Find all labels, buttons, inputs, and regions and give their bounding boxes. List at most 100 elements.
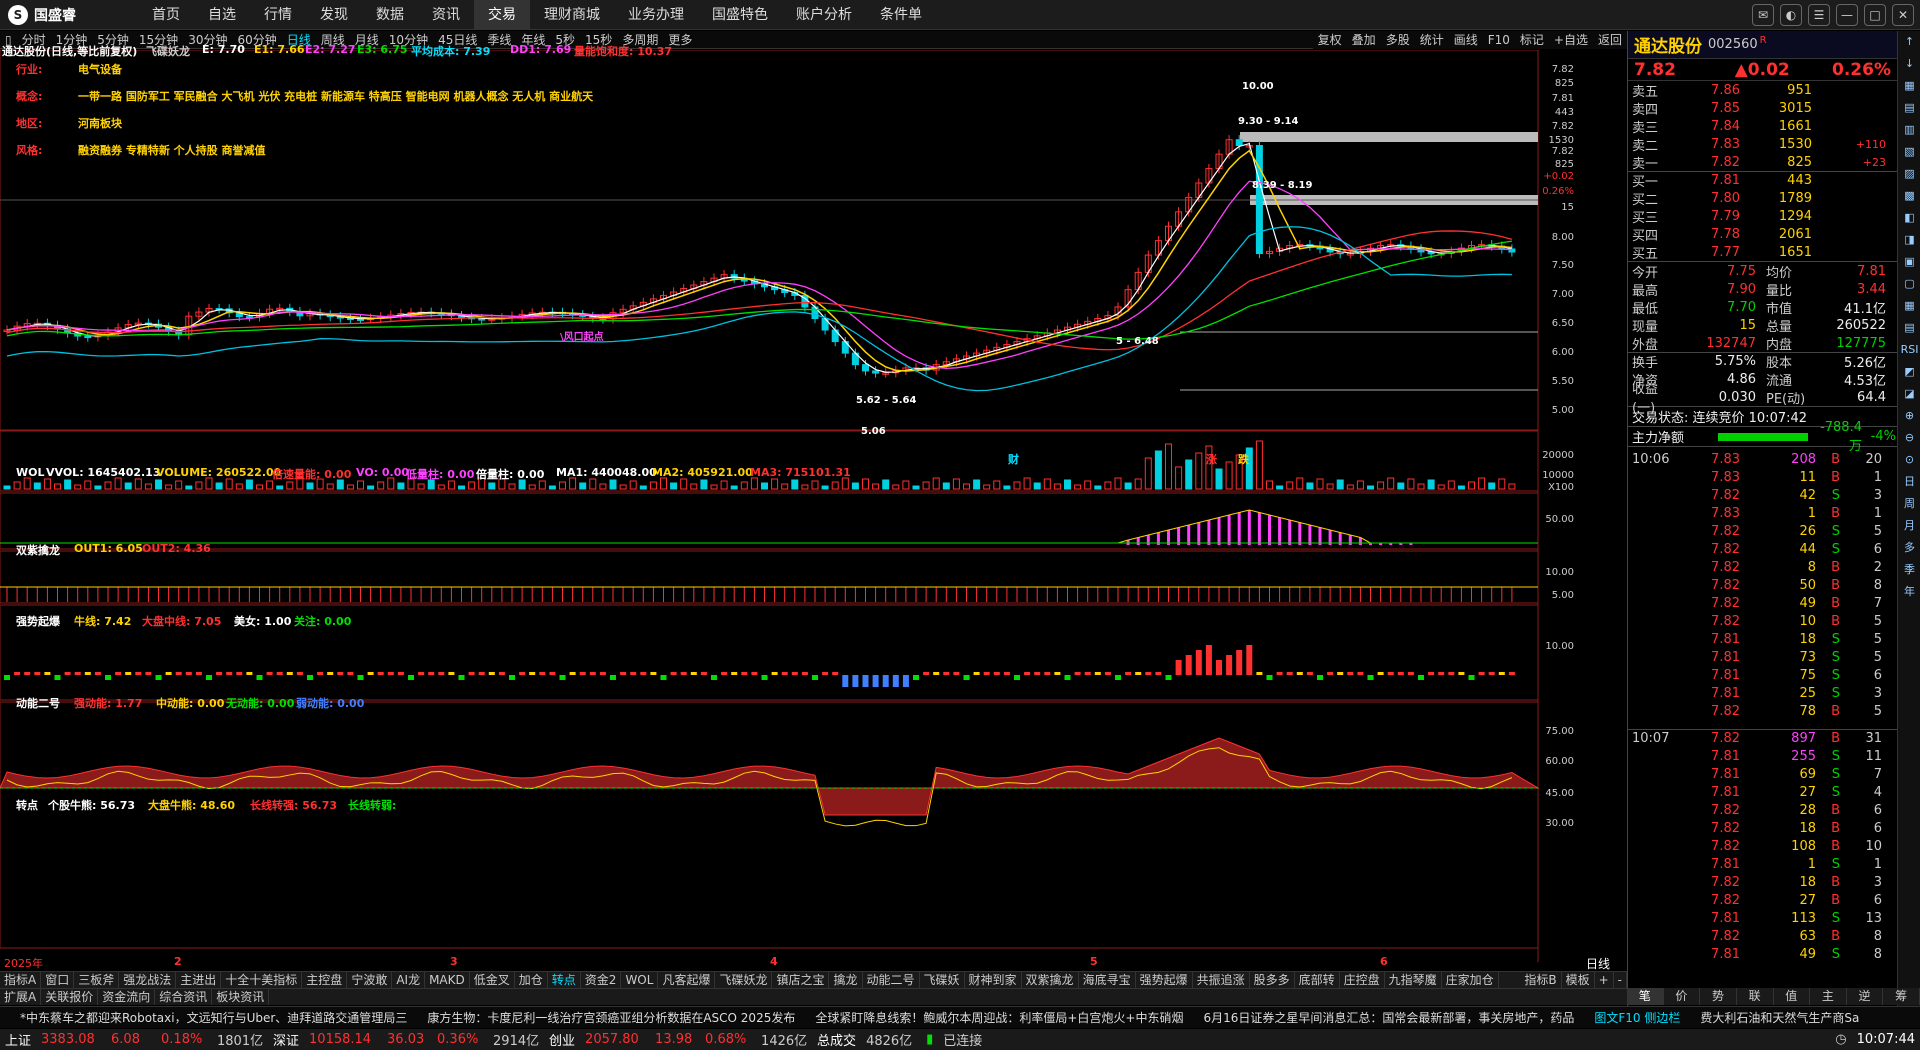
message-icon[interactable]: ✉ [1752,4,1774,26]
indicator-tab[interactable]: 凡客起爆 [658,972,716,988]
panel-tab[interactable]: 联 [1737,988,1774,1005]
indicator-tab[interactable]: 动能二号 [863,972,920,988]
tick-row[interactable]: 7.81 49 S 8 [1628,945,1897,963]
tick-row[interactable]: 7.83 1 B 1 [1628,504,1897,522]
indicator-tab[interactable]: 窗口 [41,972,75,988]
news-item[interactable]: 康方生物：卡度尼利一线治疗宫颈癌亚组分析数据在ASCO 2025发布 [407,1009,795,1026]
tick-row[interactable]: 7.82 50 B 8 [1628,576,1897,594]
tick-row[interactable]: 7.82 26 S 5 [1628,522,1897,540]
indicator-tab-right[interactable]: - [1614,972,1627,988]
menu-item[interactable]: 账户分析 [782,0,866,30]
indicator-tab[interactable]: 股多多 [1250,972,1295,988]
skin-icon[interactable]: ◐ [1780,4,1802,26]
side-tool-icon[interactable]: RSI [1898,339,1920,361]
close-button[interactable]: ✕ [1892,4,1914,26]
side-tool-icon[interactable]: ◨ [1898,229,1920,251]
menu-item[interactable]: 业务办理 [614,0,698,30]
side-period-icon[interactable]: 多 [1898,537,1920,559]
tick-row[interactable]: 7.82 63 B 8 [1628,927,1897,945]
menu-item[interactable]: 数据 [362,0,418,30]
indicator-tab[interactable]: 擒龙 [829,972,863,988]
menu-item[interactable]: 自选 [194,0,250,30]
panel-tab[interactable]: 主 [1810,988,1847,1005]
panel-tab[interactable]: 逆 [1847,988,1884,1005]
indicator-tab[interactable]: 资金2 [581,972,622,988]
side-tool-icon[interactable]: ▤ [1898,97,1920,119]
tick-row[interactable]: 7.82 42 S 3 [1628,486,1897,504]
tick-row[interactable]: 10:06 7.83 208 B 20 [1628,450,1897,468]
indicator-tab[interactable]: 镇店之宝 [772,972,830,988]
minimize-button[interactable]: — [1836,4,1858,26]
tick-row[interactable]: 7.82 8 B 2 [1628,558,1897,576]
extension-tab[interactable]: 综合资讯 [155,989,213,1005]
indicator-tab-right[interactable]: + [1595,972,1614,988]
indicator-tab-right[interactable]: 模板 [1562,972,1595,988]
chart-tool-button[interactable]: +自选 [1549,31,1593,49]
indicator-tab[interactable]: AI龙 [392,972,426,988]
side-tool-icon[interactable]: ◧ [1898,207,1920,229]
tick-row[interactable]: 7.82 27 B 6 [1628,891,1897,909]
side-tool-icon[interactable]: ▨ [1898,163,1920,185]
side-tool-icon[interactable]: ▩ [1898,185,1920,207]
side-tool-icon[interactable]: ▦ [1898,75,1920,97]
side-tool-icon[interactable]: ▦ [1898,295,1920,317]
indicator-tab[interactable]: 飞碟妖龙 [715,972,773,988]
tick-row[interactable]: 7.81 69 S 7 [1628,765,1897,783]
news-ticker[interactable]: *中东蔡车之都迎来Robotaxi，文远知行与Uber、迪拜道路交通管理局三 康方… [0,1006,1920,1028]
chart-tool-button[interactable]: 返回 [1593,31,1627,49]
indicator-tab[interactable]: 财神到家 [965,972,1022,988]
menu-item[interactable]: 发现 [306,0,362,30]
side-tool-icon[interactable]: ▧ [1898,141,1920,163]
side-period-icon[interactable]: 季 [1898,559,1920,581]
side-period-icon[interactable]: 月 [1898,515,1920,537]
tick-row[interactable]: 7.81 255 S 11 [1628,747,1897,765]
extension-tab[interactable]: 扩展A [0,989,42,1005]
indicator-tab[interactable]: 飞碟妖 [920,972,965,988]
indicator-tab[interactable]: 底部转 [1295,972,1340,988]
indicator-tab[interactable]: 指标A [0,972,42,988]
indicator-tab[interactable]: 主控盘 [302,972,348,988]
menu-item[interactable]: 理财商城 [530,0,614,30]
tick-row[interactable]: 7.82 49 B 7 [1628,594,1897,612]
side-tool-icon[interactable]: ▥ [1898,119,1920,141]
tick-row[interactable]: 7.82 44 S 6 [1628,540,1897,558]
indicator-tab[interactable]: 庄控盘 [1340,972,1385,988]
tick-row[interactable]: 7.81 75 S 6 [1628,666,1897,684]
chart-tool-button[interactable]: 画线 [1449,31,1483,49]
menu-item[interactable]: 条件单 [866,0,936,30]
indicator-tab[interactable]: 三板斧 [74,972,120,988]
side-tool-icon[interactable]: ⊙ [1898,449,1920,471]
indicator-tab[interactable]: 强势起爆 [1136,972,1193,988]
side-period-icon[interactable]: 周 [1898,493,1920,515]
tick-row[interactable]: 7.81 27 S 4 [1628,783,1897,801]
extension-tab[interactable]: 资金流向 [98,989,156,1005]
tick-row[interactable]: 7.81 113 S 13 [1628,909,1897,927]
indicator-tab[interactable]: MAKD [425,972,470,988]
indicator-tab[interactable]: 宁波敢 [347,972,393,988]
tick-row[interactable]: 7.82 78 B 5 [1628,702,1897,720]
extension-tab[interactable]: 板块资讯 [212,989,270,1005]
menu-item[interactable]: 资讯 [418,0,474,30]
news-item[interactable]: 全球紧盯降息线索！鲍威尔本周迎战：利率僵局+白宫炮火+中东硝烟 [795,1009,1183,1026]
chart-tool-button[interactable]: F10 [1483,31,1515,49]
news-item[interactable]: 费大利石油和天然气生产商Sa [1680,1009,1859,1026]
date-axis-label[interactable]: 日线 [1586,955,1610,972]
panel-tab[interactable]: 值 [1774,988,1811,1005]
sh-label[interactable]: 上证 [0,1030,36,1049]
chart-tool-button[interactable]: 统计 [1415,31,1449,49]
chart-tool-button[interactable]: 叠加 [1347,31,1381,49]
panel-tab[interactable]: 价 [1664,988,1701,1005]
menu-item[interactable]: 行情 [250,0,306,30]
tick-row[interactable]: 7.81 73 S 5 [1628,648,1897,666]
menu-item[interactable]: 交易 [474,0,530,30]
tick-row[interactable]: 7.82 10 B 5 [1628,612,1897,630]
panel-tab[interactable]: 筹 [1883,988,1920,1005]
maximize-button[interactable]: □ [1864,4,1886,26]
tick-row[interactable]: 10:07 7.82 897 B 31 [1628,729,1897,747]
panel-tab[interactable]: 势 [1700,988,1737,1005]
extension-tab[interactable]: 关联报价 [41,989,99,1005]
indicator-tab[interactable]: 海底寻宝 [1079,972,1136,988]
indicator-tab[interactable]: 主进出 [176,972,222,988]
indicator-tab[interactable]: 转点 [548,972,581,988]
tick-list[interactable]: 10:06 7.83 208 B 20 7.83 11 B 1 7.82 42 S 3 7.83 1 B 1 7.… [1628,446,1897,963]
